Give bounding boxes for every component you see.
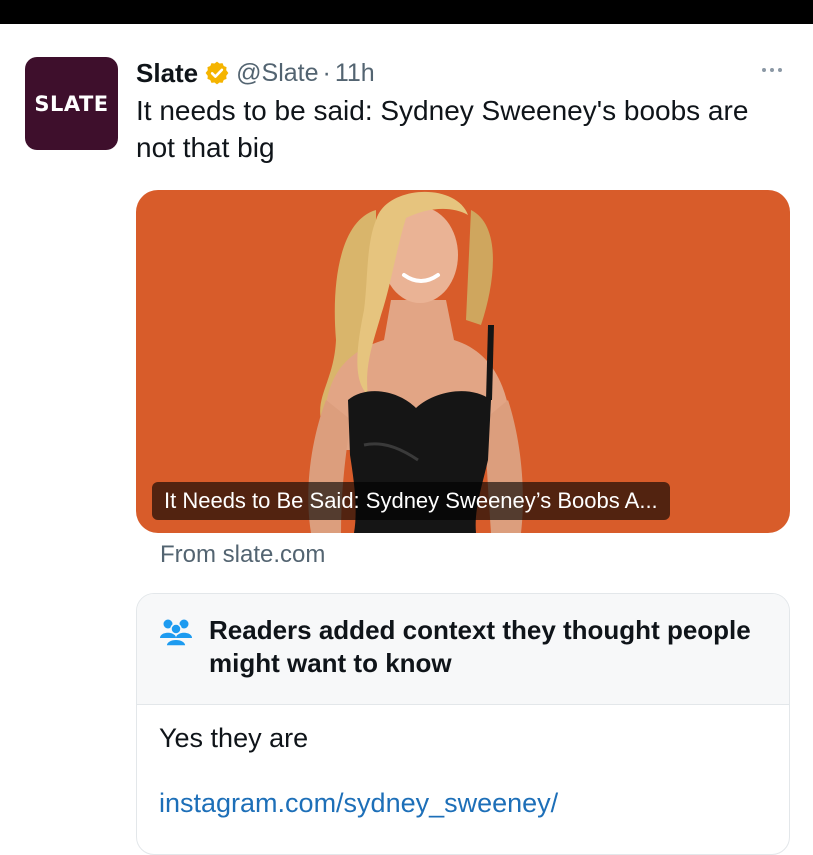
separator-dot: ·	[322, 58, 331, 87]
verified-badge-icon	[205, 61, 229, 85]
slate-logo: SLATE	[34, 91, 109, 116]
timestamp[interactable]: 11h	[335, 59, 375, 88]
community-note-link[interactable]: instagram.com/sydney_sweeney/	[159, 788, 558, 819]
card-source[interactable]: From slate.com	[160, 541, 325, 569]
link-card[interactable]: It Needs to Be Said: Sydney Sweeney’s Bo…	[136, 190, 790, 533]
community-note-body: Yes they are	[159, 723, 309, 753]
ellipsis-dot	[762, 68, 766, 72]
tweet-text: It needs to be said: Sydney Sweeney's bo…	[136, 95, 749, 163]
people-icon	[160, 619, 192, 646]
community-note-title: Readers added context they thought peopl…	[209, 615, 751, 678]
author-name[interactable]: Slate	[136, 58, 198, 89]
ellipsis-dot	[770, 68, 774, 72]
author-handle[interactable]: @Slate	[236, 59, 318, 88]
status-bar	[0, 0, 813, 24]
card-caption: It Needs to Be Said: Sydney Sweeney’s Bo…	[152, 482, 670, 520]
ellipsis-icon[interactable]	[752, 58, 792, 82]
avatar[interactable]: SLATE	[25, 57, 118, 150]
ellipsis-dot	[778, 68, 782, 72]
community-note: Readers added context they thought peopl…	[136, 593, 790, 855]
community-note-header: Readers added context they thought peopl…	[137, 594, 789, 705]
tweet-header: Slate @Slate · 11h	[136, 56, 375, 90]
